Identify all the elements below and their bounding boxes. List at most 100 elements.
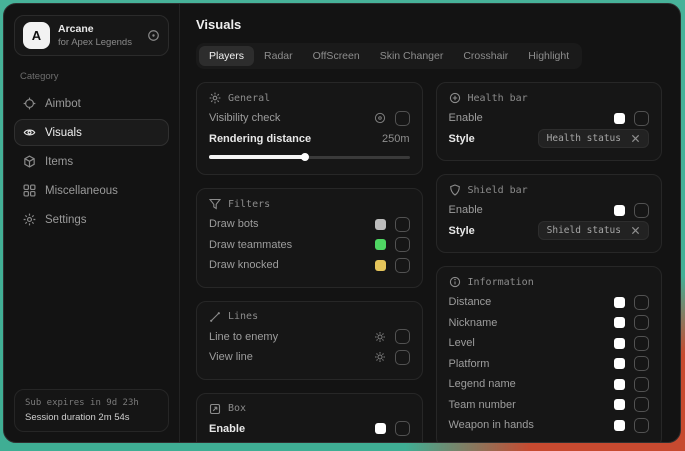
weapon-in-hands-checkbox[interactable] <box>634 418 649 433</box>
platform-checkbox[interactable] <box>634 356 649 371</box>
tab-radar[interactable]: Radar <box>254 46 303 66</box>
setting-distance: Distance <box>449 292 650 313</box>
target-icon[interactable] <box>147 29 160 42</box>
card-title-text: Lines <box>228 311 258 322</box>
view-line-checkbox[interactable] <box>395 350 410 365</box>
subscription-card: Sub expires in 9d 23h Session duration 2… <box>14 389 169 432</box>
card-title-text: General <box>228 93 270 104</box>
color-swatch[interactable] <box>614 205 625 216</box>
setting-label: View line <box>209 351 253 363</box>
setting-visibility-check: Visibility check <box>209 108 410 129</box>
health-style-select[interactable]: Health status <box>538 129 649 148</box>
sidebar-item-label: Miscellaneous <box>45 185 118 197</box>
setting-box-enable: Enable <box>209 419 410 440</box>
setting-label: Enable <box>449 204 483 216</box>
cube-icon <box>23 155 36 168</box>
setting-label: Draw bots <box>209 218 259 230</box>
setting-rendering-distance: Rendering distance 250m <box>209 129 410 150</box>
legend-name-checkbox[interactable] <box>634 377 649 392</box>
setting-legend-name: Legend name <box>449 374 650 395</box>
color-swatch[interactable] <box>375 423 386 434</box>
funnel-icon <box>209 198 221 210</box>
info-icon <box>449 276 461 288</box>
clear-icon[interactable] <box>631 134 640 143</box>
color-swatch[interactable] <box>375 239 386 250</box>
color-swatch[interactable] <box>614 113 625 124</box>
color-swatch[interactable] <box>614 317 625 328</box>
setting-box-enable-background: Enable background <box>209 439 410 442</box>
card-information: Information Distance Nickname <box>436 266 663 442</box>
card-title-text: Box <box>228 403 246 414</box>
page-title: Visuals <box>196 17 662 32</box>
tab-skin-changer[interactable]: Skin Changer <box>370 46 454 66</box>
slider-handle[interactable] <box>300 151 311 162</box>
sidebar-item-aimbot[interactable]: Aimbot <box>14 90 169 117</box>
sidebar-item-miscellaneous[interactable]: Miscellaneous <box>14 177 169 204</box>
sidebar-item-label: Settings <box>45 214 87 226</box>
health-enable-checkbox[interactable] <box>634 111 649 126</box>
setting-label: Draw teammates <box>209 239 292 251</box>
tab-offscreen[interactable]: OffScreen <box>303 46 370 66</box>
setting-label: Level <box>449 337 475 349</box>
color-swatch[interactable] <box>614 399 625 410</box>
line-to-enemy-checkbox[interactable] <box>395 329 410 344</box>
team-number-checkbox[interactable] <box>634 397 649 412</box>
sidebar-nav: Aimbot Visuals Items <box>14 90 169 233</box>
shield-icon <box>449 184 461 196</box>
setting-label: Rendering distance <box>209 133 311 145</box>
gear-icon[interactable] <box>374 351 386 363</box>
diagonal-line-icon <box>209 311 221 323</box>
main-content: Visuals Players Radar OffScreen Skin Cha… <box>180 4 680 442</box>
sidebar-item-settings[interactable]: Settings <box>14 206 169 233</box>
color-swatch[interactable] <box>614 297 625 308</box>
setting-label: Enable <box>449 112 483 124</box>
crosshair-icon <box>23 97 36 110</box>
box-icon <box>209 403 221 415</box>
color-swatch[interactable] <box>614 358 625 369</box>
selected-option: Shield status <box>547 225 621 236</box>
card-health-bar: Health bar Enable Style Health status <box>436 82 663 161</box>
color-swatch[interactable] <box>614 338 625 349</box>
shield-enable-checkbox[interactable] <box>634 203 649 218</box>
color-swatch[interactable] <box>614 379 625 390</box>
sidebar-item-label: Visuals <box>45 127 82 139</box>
distance-checkbox[interactable] <box>634 295 649 310</box>
clear-icon[interactable] <box>631 226 640 235</box>
draw-knocked-checkbox[interactable] <box>395 258 410 273</box>
slider-value: 250m <box>382 133 410 145</box>
setting-draw-bots: Draw bots <box>209 214 410 235</box>
tab-bar: Players Radar OffScreen Skin Changer Cro… <box>196 43 582 69</box>
setting-nickname: Nickname <box>449 313 650 334</box>
draw-teammates-checkbox[interactable] <box>395 237 410 252</box>
nickname-checkbox[interactable] <box>634 315 649 330</box>
level-checkbox[interactable] <box>634 336 649 351</box>
tab-players[interactable]: Players <box>199 46 254 66</box>
gear-icon[interactable] <box>374 331 386 343</box>
color-swatch[interactable] <box>614 420 625 431</box>
setting-label: Team number <box>449 399 516 411</box>
eye-icon[interactable] <box>374 112 386 124</box>
card-title-text: Shield bar <box>468 185 528 196</box>
rendering-distance-slider[interactable] <box>209 151 410 163</box>
setting-label: Line to enemy <box>209 331 278 343</box>
setting-line-to-enemy: Line to enemy <box>209 327 410 348</box>
color-swatch[interactable] <box>375 260 386 271</box>
tab-crosshair[interactable]: Crosshair <box>453 46 518 66</box>
circle-plus-icon <box>449 92 461 104</box>
shield-style-select[interactable]: Shield status <box>538 221 649 240</box>
color-swatch[interactable] <box>375 219 386 230</box>
setting-platform: Platform <box>449 354 650 375</box>
setting-label: Platform <box>449 358 490 370</box>
category-label: Category <box>20 71 163 82</box>
setting-health-enable: Enable <box>449 108 650 129</box>
draw-bots-checkbox[interactable] <box>395 217 410 232</box>
setting-label: Weapon in hands <box>449 419 534 431</box>
visibility-check-checkbox[interactable] <box>395 111 410 126</box>
sidebar-item-visuals[interactable]: Visuals <box>14 119 169 146</box>
box-enable-checkbox[interactable] <box>395 421 410 436</box>
card-title-text: Information <box>468 277 534 288</box>
sidebar-item-items[interactable]: Items <box>14 148 169 175</box>
tab-highlight[interactable]: Highlight <box>518 46 579 66</box>
setting-shield-enable: Enable <box>449 200 650 221</box>
gear-icon <box>23 213 36 226</box>
